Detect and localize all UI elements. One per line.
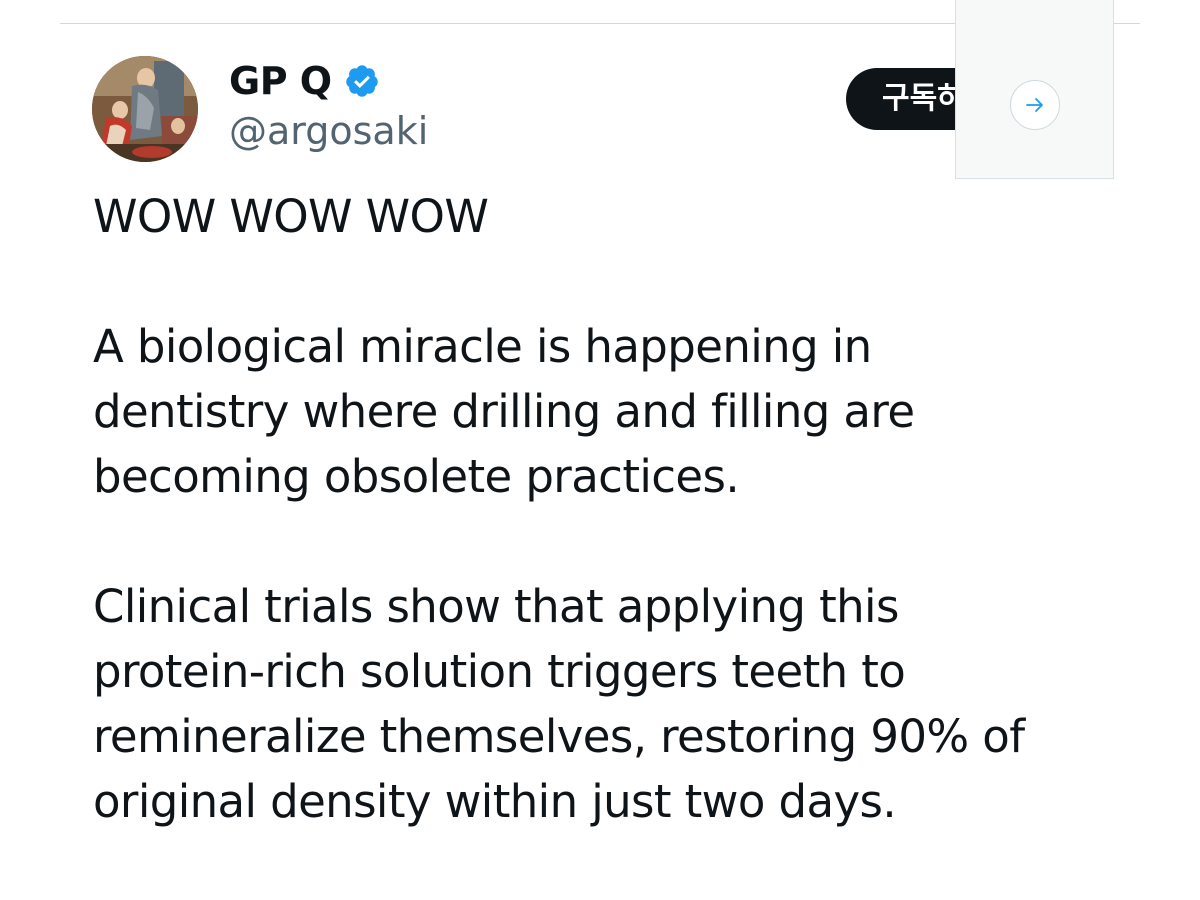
tweet-line: becoming obsolete practices. [93,450,740,503]
avatar-painting-image [92,56,198,162]
arrow-right-icon [1026,98,1043,112]
tweet-line: protein-rich solution triggers teeth to [93,645,906,698]
tweet-line: WOW WOW WOW [93,190,489,243]
verified-badge-icon[interactable] [344,63,380,99]
tweet-line: dentistry where drilling and filling are [93,385,915,438]
avatar[interactable] [92,56,198,162]
tweet-line: original density within just two days. [93,775,897,828]
tweet-line: Clinical trials show that applying this [93,580,899,633]
next-arrow-button[interactable] [1010,80,1060,130]
display-name[interactable]: GP Q [229,56,332,106]
author-name-row: GP Q [229,56,380,106]
tweet-line: remineralize themselves, restoring 90% o… [93,710,1025,763]
tweet-line: A biological miracle is happening in [93,320,872,373]
tweet-text: WOW WOW WOW A biological miracle is happ… [93,184,1173,834]
author-handle[interactable]: @argosaki [229,106,428,156]
